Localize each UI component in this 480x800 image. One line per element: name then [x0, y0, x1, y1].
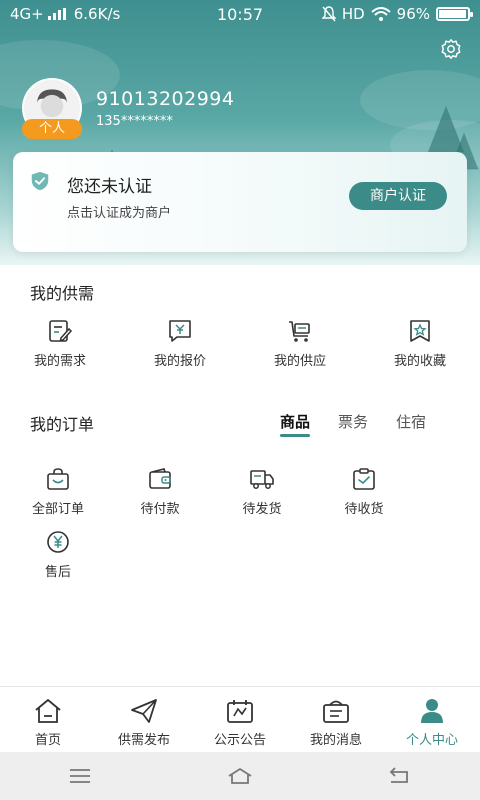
yen-chat-icon: [169, 320, 191, 342]
battery-level: [439, 10, 466, 18]
verification-card[interactable]: 您还未认证 点击认证成为商户 商户认证: [13, 152, 467, 252]
nav-label: 供需发布: [117, 733, 170, 748]
item-label: 我的报价: [153, 354, 206, 369]
after-sales-item[interactable]: 售后: [7, 529, 109, 580]
nav-label: 公示公告: [213, 733, 266, 748]
battery-icon: [436, 7, 473, 21]
nav-home[interactable]: 首页: [0, 687, 96, 752]
user-phone: 135********: [96, 114, 173, 129]
wallet-icon: [149, 468, 171, 489]
gear-icon[interactable]: [440, 38, 462, 60]
supply-grid: 我的需求 我的报价 我的供应 我的收藏: [0, 318, 480, 369]
wifi-icon: [370, 7, 391, 21]
order-tabs: 商品 票务 住宿: [280, 411, 426, 437]
system-navigation-bar: [0, 752, 480, 800]
nav-profile[interactable]: 个人中心: [384, 687, 480, 752]
tab-goods[interactable]: 商品: [280, 411, 311, 437]
announcement-icon: [227, 700, 253, 723]
user-id: 91013202994: [96, 88, 235, 110]
item-label: 全部订单: [31, 502, 84, 517]
star-bookmark-icon: [410, 320, 430, 342]
person-icon: [421, 699, 443, 723]
verify-subtitle: 点击认证成为商户: [67, 206, 172, 221]
nav-label: 我的消息: [309, 733, 362, 748]
shield-check-icon: [31, 171, 49, 191]
system-home-icon[interactable]: [227, 766, 253, 786]
pending-shipment-item[interactable]: 待发货: [211, 466, 313, 517]
nav-messages[interactable]: 我的消息: [288, 687, 384, 752]
home-icon: [35, 699, 61, 723]
nav-label: 首页: [34, 733, 61, 748]
signal-icon: [47, 8, 66, 20]
orders-grid-row2: 售后: [7, 529, 480, 580]
pending-payment-item[interactable]: 待付款: [109, 466, 211, 517]
nav-announcements[interactable]: 公示公告: [192, 687, 288, 752]
item-label: 售后: [44, 565, 71, 580]
bag-icon: [47, 468, 69, 490]
back-icon[interactable]: [387, 766, 413, 786]
pending-receipt-item[interactable]: 待收货: [313, 466, 415, 517]
nav-label: 个人中心: [405, 733, 458, 748]
my-demand-item[interactable]: 我的需求: [0, 318, 120, 369]
clipboard-check-icon: [353, 468, 375, 490]
edit-doc-icon: [49, 320, 73, 342]
item-label: 待收货: [344, 502, 384, 517]
network-type: 4G+: [10, 5, 44, 23]
item-label: 我的收藏: [393, 354, 446, 369]
tab-tickets[interactable]: 票务: [338, 411, 368, 432]
all-orders-item[interactable]: 全部订单: [7, 466, 109, 517]
my-favorites-item[interactable]: 我的收藏: [360, 318, 480, 369]
truck-icon: [250, 470, 274, 489]
bottom-navigation: 首页 供需发布 公示公告 我的消息 个人中心: [0, 686, 480, 752]
nav-publish[interactable]: 供需发布: [96, 687, 192, 752]
my-quote-item[interactable]: 我的报价: [120, 318, 240, 369]
orders-section-title: 我的订单: [30, 415, 95, 434]
merchant-verify-button[interactable]: 商户认证: [349, 182, 447, 210]
supply-section-title: 我的供需: [30, 284, 95, 303]
tab-lodging[interactable]: 住宿: [396, 411, 426, 432]
yen-circle-icon: [47, 531, 69, 553]
network-speed: 6.6K/s: [73, 5, 121, 23]
orders-grid-row1: 全部订单 待付款 待发货 待收货: [7, 466, 480, 517]
battery-percent: 96%: [396, 5, 430, 23]
hd-indicator: HD: [341, 5, 365, 23]
send-icon: [131, 699, 157, 723]
item-label: 待发货: [242, 502, 282, 517]
item-label: 待付款: [140, 502, 180, 517]
mute-bell-icon: [321, 6, 336, 22]
role-badge: 个人: [22, 119, 82, 139]
item-label: 我的需求: [33, 354, 86, 369]
my-supply-item[interactable]: 我的供应: [240, 318, 360, 369]
message-icon: [323, 700, 349, 723]
verify-title: 您还未认证: [67, 177, 152, 197]
menu-icon[interactable]: [67, 766, 93, 786]
cart-icon: [289, 321, 310, 342]
status-bar: 4G+ 6.6K/s 10:57 HD 96%: [0, 0, 480, 28]
item-label: 我的供应: [273, 354, 326, 369]
